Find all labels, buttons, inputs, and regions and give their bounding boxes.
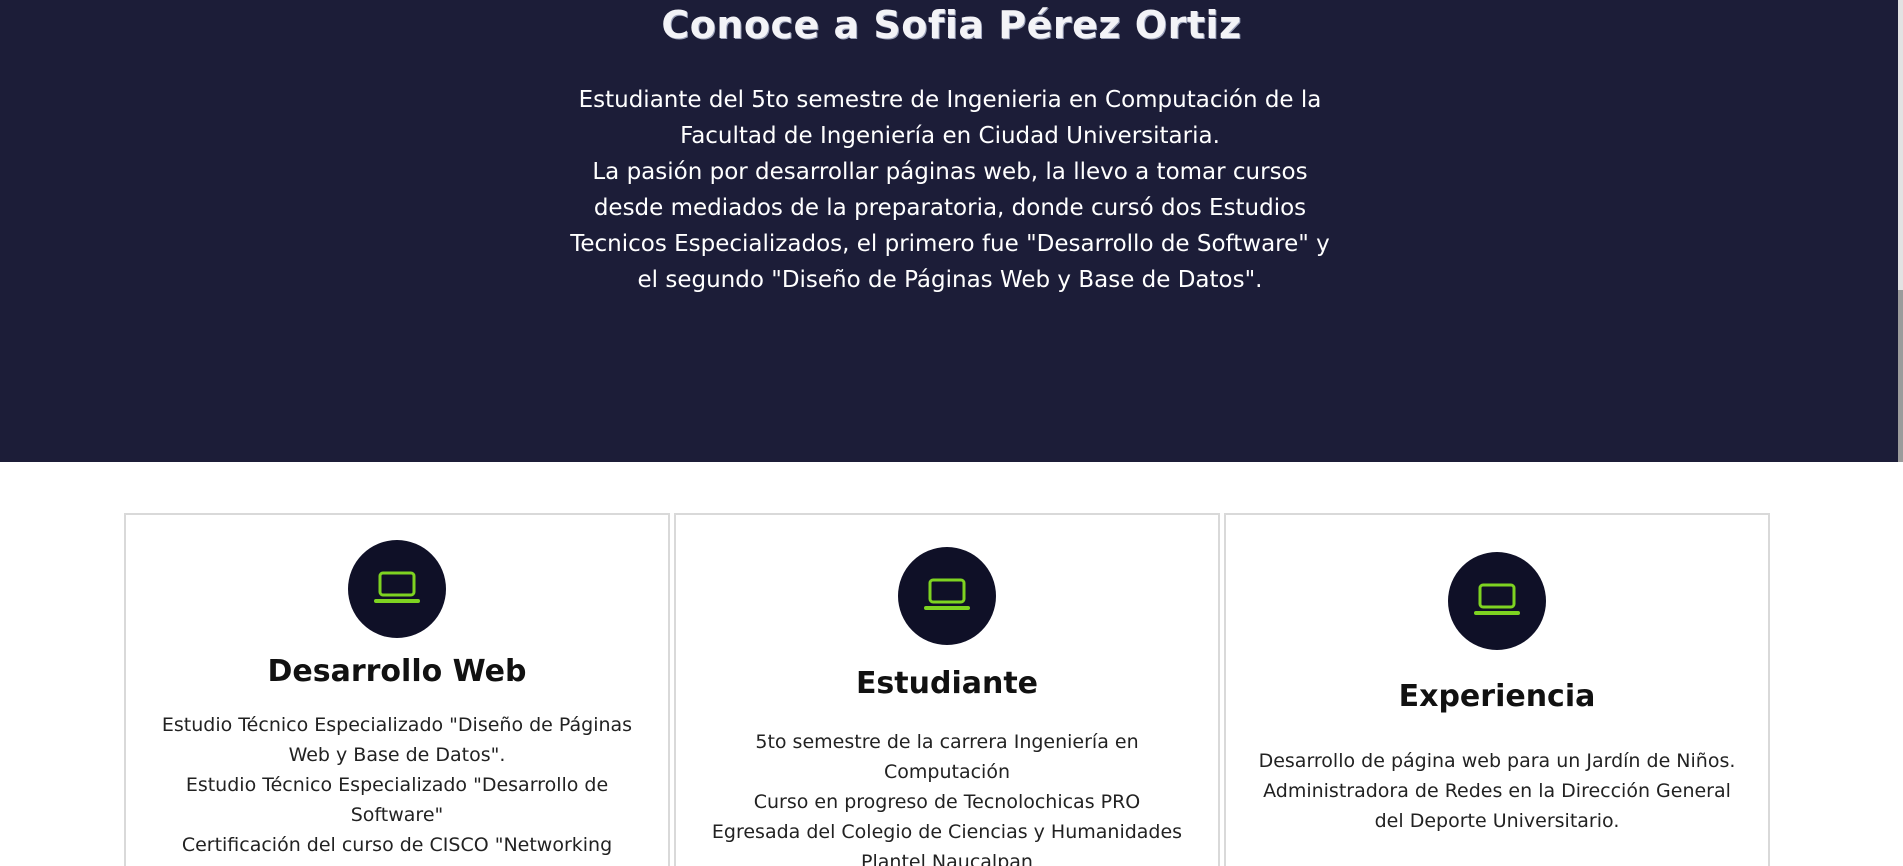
laptop-icon [348,540,446,638]
hero-paragraph: La pasión por desarrollar páginas web, l… [570,159,1330,293]
info-cards: Desarrollo Web Estudio Técnico Especiali… [124,513,1772,866]
scrollbar-thumb[interactable] [1898,290,1903,462]
card-line: Desarrollo de página web para un Jardín … [1258,750,1736,772]
card-experiencia: Experiencia Desarrollo de página web par… [1224,513,1770,866]
about-hero-section: Conoce a Sofia Pérez Ortiz Estudiante de… [0,0,1903,462]
card-line: Curso en progreso de Tecnolochicas PRO [753,791,1141,813]
page: Conoce a Sofia Pérez Ortiz Estudiante de… [0,0,1903,866]
card-line: Estudio Técnico Especializado "Desarroll… [185,774,609,826]
card-description: Estudio Técnico Especializado "Diseño de… [146,710,648,866]
card-estudiante: Estudiante 5to semestre de la carrera In… [674,513,1220,866]
card-title: Estudiante [855,666,1039,701]
card-description: Desarrollo de página web para un Jardín … [1246,746,1748,836]
card-line: 5to semestre de la carrera Ingeniería en… [755,731,1139,783]
laptop-icon-glyph [1474,583,1520,615]
laptop-icon [898,547,996,645]
hero-title: Conoce a Sofia Pérez Ortiz [661,3,1242,47]
card-description: 5to semestre de la carrera Ingeniería en… [696,727,1198,866]
card-title: Experiencia [1398,679,1596,714]
card-line: Certificación del curso de CISCO "Networ… [181,834,613,866]
card-line: Estudio Técnico Especializado "Diseño de… [161,714,633,766]
hero-paragraph: Estudiante del 5to semestre de Ingenieri… [578,87,1322,149]
card-line: Administradora de Redes en la Dirección … [1263,780,1731,832]
card-line: Egresada del Colegio de Ciencias y Human… [711,821,1183,866]
card-title: Desarrollo Web [267,654,527,689]
card-desarrollo-web: Desarrollo Web Estudio Técnico Especiali… [124,513,670,866]
hero-description: Estudiante del 5to semestre de Ingenieri… [570,82,1330,298]
laptop-icon-glyph [374,571,420,603]
page-scrollbar[interactable] [1898,0,1903,462]
laptop-icon-glyph [924,578,970,610]
laptop-icon [1448,552,1546,650]
